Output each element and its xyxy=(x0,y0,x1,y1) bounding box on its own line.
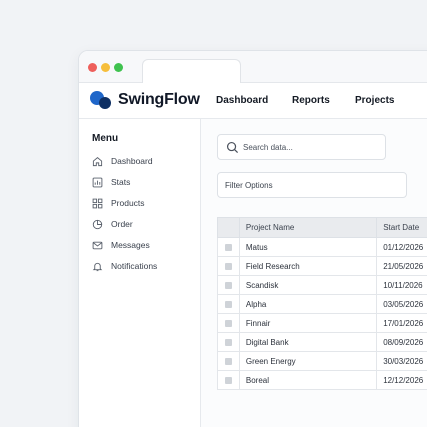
table-row[interactable]: Alpha 03/05/2026 xyxy=(217,294,427,314)
sidebar: Menu Dashboard Stats Products Order Mess… xyxy=(79,119,201,427)
start-date-cell: 01/12/2026 xyxy=(376,237,427,257)
sidebar-item-stats[interactable]: Stats xyxy=(92,176,197,190)
row-checkbox[interactable] xyxy=(224,243,232,251)
window-maximize-button[interactable] xyxy=(114,63,123,72)
nav-dashboard[interactable]: Dashboard xyxy=(216,95,268,106)
table-row[interactable]: Matus 01/12/2026 xyxy=(217,237,427,257)
filter-options-dropdown[interactable]: Filter Options xyxy=(217,172,407,198)
search-input[interactable] xyxy=(243,139,381,156)
app-header: SwingFlow Dashboard Reports Projects xyxy=(79,83,427,119)
project-name-cell: Matus xyxy=(238,237,378,257)
app-window: SwingFlow Dashboard Reports Projects Men… xyxy=(78,50,427,427)
project-name-cell: Green Energy xyxy=(238,351,378,371)
table-header-row: Project Name Start Date xyxy=(217,217,427,238)
sidebar-item-notifications[interactable]: Notifications xyxy=(92,260,197,274)
bell-icon xyxy=(92,262,103,272)
brand-name: SwingFlow xyxy=(118,91,200,108)
start-date-cell: 30/03/2026 xyxy=(376,351,427,371)
pie-chart-icon xyxy=(92,219,103,230)
row-checkbox[interactable] xyxy=(224,338,232,346)
project-name-cell: Finnair xyxy=(238,313,378,333)
start-date-cell: 12/12/2026 xyxy=(376,370,427,390)
row-checkbox[interactable] xyxy=(224,262,232,270)
table-row[interactable]: Field Research 21/05/2026 xyxy=(217,256,427,276)
table-row[interactable]: Scandisk 10/11/2026 xyxy=(217,275,427,295)
start-date-cell: 17/01/2026 xyxy=(376,313,427,333)
sidebar-item-order[interactable]: Order xyxy=(92,218,197,232)
sidebar-item-messages[interactable]: Messages xyxy=(92,239,197,253)
row-checkbox[interactable] xyxy=(224,357,232,365)
filter-options-label: Filter Options xyxy=(225,181,273,190)
row-checkbox[interactable] xyxy=(224,300,232,308)
sidebar-item-dashboard[interactable]: Dashboard xyxy=(92,155,197,169)
start-date-cell: 21/05/2026 xyxy=(376,256,427,276)
project-name-cell: Field Research xyxy=(238,256,378,276)
sidebar-item-label: Stats xyxy=(111,177,131,187)
swingflow-logo-icon xyxy=(90,91,112,111)
start-date-cell: 10/11/2026 xyxy=(376,275,427,295)
column-header-start-date[interactable]: Start Date xyxy=(376,217,427,238)
window-close-button[interactable] xyxy=(88,63,97,72)
sidebar-item-label: Notifications xyxy=(111,261,158,271)
row-checkbox[interactable] xyxy=(224,281,232,289)
search-box xyxy=(217,134,386,160)
start-date-cell: 03/05/2026 xyxy=(376,294,427,314)
select-column-header xyxy=(217,217,240,238)
home-icon xyxy=(92,157,103,167)
sidebar-item-products[interactable]: Products xyxy=(92,197,197,211)
nav-projects[interactable]: Projects xyxy=(355,95,394,106)
search-icon xyxy=(226,141,239,154)
table-row[interactable]: Green Energy 30/03/2026 xyxy=(217,351,427,371)
project-name-cell: Scandisk xyxy=(238,275,378,295)
sidebar-item-label: Messages xyxy=(111,240,150,250)
project-name-cell: Boreal xyxy=(238,370,378,390)
row-checkbox[interactable] xyxy=(224,376,232,384)
table-row[interactable]: Digital Bank 08/09/2026 xyxy=(217,332,427,352)
grid-icon xyxy=(92,198,103,209)
table-row[interactable]: Boreal 12/12/2026 xyxy=(217,370,427,390)
sidebar-item-label: Dashboard xyxy=(111,156,153,166)
main-content: Filter Options Project Name Start Date M… xyxy=(201,119,427,427)
browser-tab[interactable] xyxy=(142,59,241,84)
window-titlebar xyxy=(79,51,427,84)
projects-table: Project Name Start Date Matus 01/12/2026… xyxy=(217,217,427,390)
project-name-cell: Alpha xyxy=(238,294,378,314)
project-name-cell: Digital Bank xyxy=(238,332,378,352)
start-date-cell: 08/09/2026 xyxy=(376,332,427,352)
sidebar-item-label: Products xyxy=(111,198,145,208)
sidebar-menu-title: Menu xyxy=(92,133,119,144)
window-minimize-button[interactable] xyxy=(101,63,110,72)
mail-icon xyxy=(92,241,103,250)
column-header-project-name[interactable]: Project Name xyxy=(238,217,378,238)
nav-reports[interactable]: Reports xyxy=(292,95,330,106)
sidebar-item-label: Order xyxy=(111,219,133,229)
table-row[interactable]: Finnair 17/01/2026 xyxy=(217,313,427,333)
stats-icon xyxy=(92,177,103,188)
row-checkbox[interactable] xyxy=(224,319,232,327)
